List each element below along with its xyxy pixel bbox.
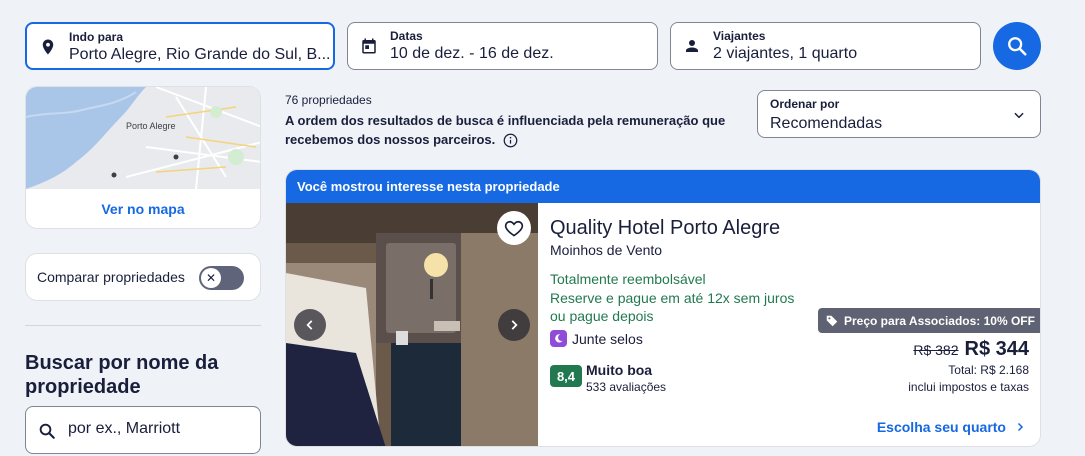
- previous-photo-button[interactable]: [294, 309, 326, 341]
- destination-label: Indo para: [69, 30, 124, 44]
- map-thumbnail[interactable]: Porto Alegre: [26, 87, 261, 189]
- price-row: R$ 382 R$ 344: [913, 338, 1029, 361]
- compare-toggle[interactable]: ✕: [199, 266, 244, 290]
- sort-value: Recomendadas: [770, 115, 883, 132]
- hotel-name[interactable]: Quality Hotel Porto Alegre: [550, 217, 780, 240]
- location-pin-icon: [42, 39, 54, 55]
- installments-text: Reserve e pague em até 12x sem juros ou …: [550, 290, 795, 324]
- stamps-icon: [550, 330, 567, 347]
- dates-label: Datas: [390, 29, 423, 43]
- tag-icon: [826, 315, 838, 326]
- stamps-label: Junte selos: [572, 330, 643, 347]
- destination-value: Porto Alegre, Rio Grande do Sul, B...: [69, 46, 331, 63]
- chevron-right-icon: [1017, 422, 1024, 432]
- chevron-down-icon: [1014, 112, 1024, 119]
- review-count: 533 avaliações: [586, 380, 667, 394]
- hotel-card[interactable]: Você mostrou interesse nesta propriedade: [285, 169, 1041, 447]
- hotel-neighborhood: Moinhos de Vento: [550, 242, 663, 258]
- choose-room-label: Escolha seu quarto: [876, 419, 1006, 435]
- refundable-text: Totalmente reembolsável: [550, 271, 706, 287]
- map-city-label: Porto Alegre: [126, 121, 176, 131]
- search-button[interactable]: [993, 22, 1041, 70]
- info-icon[interactable]: [503, 133, 518, 148]
- choose-room-link[interactable]: Escolha seu quarto: [877, 419, 1026, 435]
- travelers-label: Viajantes: [713, 29, 766, 43]
- sort-dropdown[interactable]: Ordenar por Recomendadas: [757, 90, 1041, 138]
- search-icon: [39, 423, 55, 439]
- total-price: Total: R$ 2.168: [948, 363, 1029, 377]
- person-icon: [686, 40, 698, 52]
- ranking-disclaimer: A ordem dos resultados de busca é influe…: [285, 111, 755, 149]
- compare-label: Comparar propriedades: [37, 269, 185, 285]
- results-count: 76 propriedades: [285, 93, 372, 107]
- original-price: R$ 382: [913, 342, 959, 358]
- interest-banner: Você mostrou interesse nesta propriedade: [286, 170, 1040, 203]
- travelers-field[interactable]: Viajantes 2 viajantes, 1 quarto: [670, 22, 981, 70]
- map-card[interactable]: Porto Alegre Ver no mapa: [25, 86, 261, 229]
- chevron-right-icon: [511, 320, 518, 330]
- calendar-icon: [362, 38, 376, 54]
- taxes-note: inclui impostos e taxas: [908, 380, 1029, 394]
- destination-field[interactable]: Indo para Porto Alegre, Rio Grande do Su…: [25, 22, 335, 70]
- favorite-button[interactable]: [497, 211, 531, 245]
- name-search-input[interactable]: [68, 420, 248, 438]
- close-icon: ✕: [201, 268, 221, 288]
- hotel-photo[interactable]: [286, 203, 538, 446]
- chevron-left-icon: [306, 320, 313, 330]
- compare-properties: Comparar propriedades ✕: [25, 253, 261, 301]
- current-price: R$ 344: [964, 338, 1030, 360]
- dates-field[interactable]: Datas 10 de dez. - 16 de dez.: [347, 22, 658, 70]
- stamps-row: Junte selos: [550, 330, 643, 347]
- sidebar-divider: [25, 325, 261, 326]
- dates-value: 10 de dez. - 16 de dez.: [390, 45, 554, 62]
- travelers-value: 2 viajantes, 1 quarto: [713, 45, 858, 62]
- heart-icon: [504, 220, 524, 237]
- rating-score-badge: 8,4: [550, 365, 582, 387]
- name-search-title: Buscar por nome da propriedade: [25, 352, 219, 398]
- member-price-text: Preço para Associados: 10% OFF: [844, 313, 1035, 328]
- next-photo-button[interactable]: [498, 309, 530, 341]
- view-map-link[interactable]: Ver no mapa: [26, 201, 260, 217]
- rating-label: Muito boa: [586, 362, 653, 378]
- search-icon: [1008, 37, 1027, 56]
- member-price-badge: Preço para Associados: 10% OFF: [818, 308, 1040, 333]
- sort-label: Ordenar por: [770, 97, 840, 111]
- name-search-field[interactable]: [25, 406, 261, 454]
